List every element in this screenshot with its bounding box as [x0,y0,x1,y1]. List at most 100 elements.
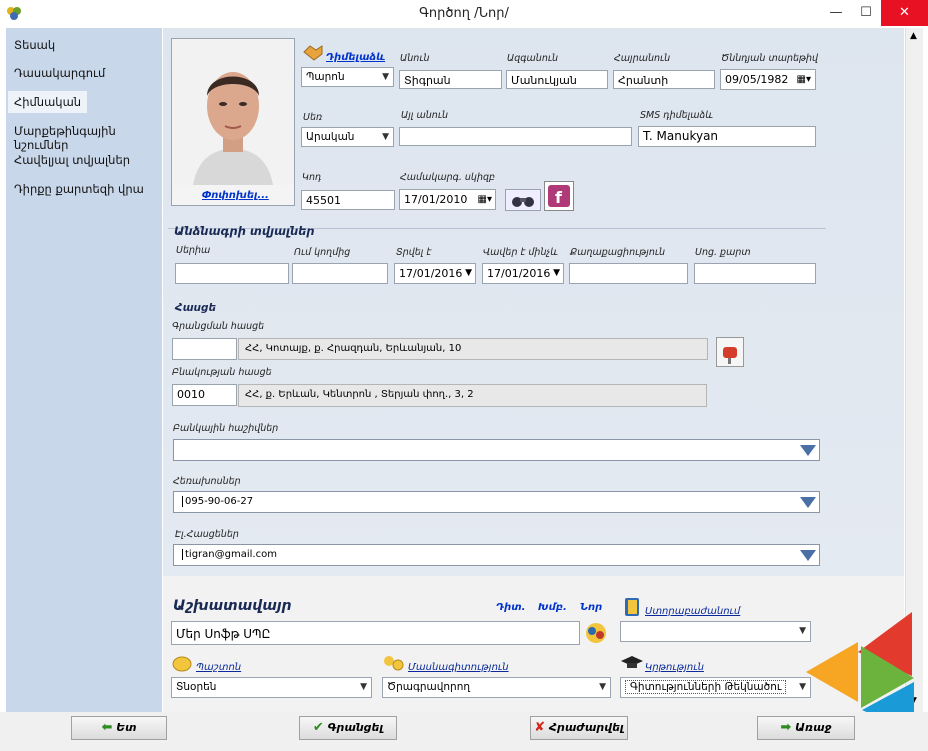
birth-date-input[interactable]: 09/05/1982 ▦▾ [720,69,816,90]
system-date-label: Համակարգ. սկիզբ [400,172,496,183]
valid-date-select[interactable]: 17/01/2016 ▼ [482,263,564,284]
dropdown-arrow-icon[interactable] [798,546,818,564]
facebook-icon[interactable]: f [544,181,574,211]
phones-value: 095-90-06-27 [182,496,253,507]
sidebar-item-type[interactable]: Տեսակ [14,38,55,52]
specialty-select[interactable]: Ծրագրավորող ▼ [382,677,611,698]
save-button-label: Գրանցել [327,721,384,734]
education-value: Գիտությունների Թեկնածու [625,680,787,694]
workplace-lookup-icon[interactable] [583,620,609,646]
reg-address-field[interactable]: ՀՀ, Կոտայք, ք. Հրազդան, Երևանյան, 10 [238,338,708,360]
edit-link[interactable]: Խմբ. [538,602,567,613]
dropdown-arrow-icon[interactable] [798,441,818,459]
chevron-down-icon: ▼ [382,72,389,82]
workplace-input[interactable]: Մեր Սոֆթ ՍՊԸ [171,621,580,645]
book-icon [623,597,641,617]
live-address-label: Բնակության հասցե [172,367,272,378]
series-label: Սերիա [176,245,211,256]
chevron-down-icon: ▼ [360,682,367,692]
new-link[interactable]: Նոր [580,602,602,613]
social-card-input[interactable] [694,263,816,284]
education-link[interactable]: Կրթություն [645,662,704,673]
title-bar: Գործող /Նոր/ — ☐ ✕ [0,0,928,28]
address-form-link[interactable]: Դիմելաձև [326,52,385,63]
bank-accounts-combo[interactable] [173,439,820,461]
person-photo [173,40,293,185]
division-select[interactable]: ▼ [620,621,811,642]
system-date-input[interactable]: 17/01/2010 ▦▾ [399,189,496,210]
sms-input[interactable]: T. Manukyan [638,126,816,147]
sms-label: SMS դիմելաձև [640,110,713,121]
birth-date-value: 09/05/1982 [725,73,789,86]
calendar-icon[interactable]: ▦▾ [797,70,811,89]
svg-text:f: f [555,188,563,207]
chevron-down-icon: ▼ [599,682,606,692]
view-link[interactable]: Դիտ. [496,602,525,613]
series-input[interactable] [175,263,289,284]
binoculars-icon[interactable] [505,189,541,211]
scroll-up-icon[interactable]: ▲ [910,31,917,41]
graduation-cap-icon [620,654,644,672]
position-link[interactable]: Պաշտոն [196,662,241,673]
specialty-link[interactable]: Մասնագիտություն [408,662,509,673]
valid-date-value: 17/01/2016 [487,267,551,280]
issued-by-label: Ում կողմից [294,247,351,258]
gender-value: Արական [306,131,355,143]
back-button[interactable]: ⬅ Ետ [71,716,167,740]
handshake-icon [302,42,324,62]
reg-address-label: Գրանցման հասցե [172,321,265,332]
scrollbar[interactable]: ▲ ▼ [905,28,923,712]
change-photo-link[interactable]: Փոփոխել... [202,190,269,201]
other-name-input[interactable] [399,127,632,146]
close-button[interactable]: ✕ [881,0,928,26]
arrow-right-icon: ➡ [780,720,792,735]
emails-label: Էլ.Հասցեներ [175,529,239,540]
citizenship-input[interactable] [569,263,688,284]
social-card-label: Սոց. քարտ [695,247,751,258]
bank-accounts-label: Բանկային հաշիվներ [173,423,279,434]
emails-combo[interactable]: tigran@gmail.com [173,544,820,566]
chevron-down-icon: ▼ [799,682,806,692]
position-select[interactable]: Տնօրեն ▼ [171,677,372,698]
position-icon [172,654,192,672]
phones-combo[interactable]: 095-90-06-27 [173,491,820,513]
mailbox-icon[interactable] [716,337,744,367]
valid-until-label: Վավեր է մինչև [483,247,559,258]
calendar-icon[interactable]: ▦▾ [478,190,492,209]
last-name-input[interactable]: Մանուկյան [506,70,608,89]
first-name-label: Անուն [400,53,430,64]
work-title: Աշխատավայր [173,598,292,614]
photo-frame: Փոփոխել... [171,38,295,206]
sidebar-item-main[interactable]: Հիմնական [8,91,88,113]
window-title: Գործող /Նոր/ [419,6,509,21]
sidebar-item-classification[interactable]: Դասակարգում [14,66,105,80]
first-name-input[interactable]: Տիգրան [399,70,502,89]
other-name-label: Այլ անուն [401,110,448,121]
issued-date-value: 17/01/2016 [399,267,463,280]
gender-select[interactable]: Արական ▼ [301,127,394,147]
emails-value: tigran@gmail.com [182,549,277,560]
issued-date-select[interactable]: 17/01/2016 ▼ [394,263,476,284]
code-input[interactable]: 45501 [301,190,395,210]
cancel-button[interactable]: ✘ Հրաժարվել [530,716,628,740]
specialty-icon [383,654,405,672]
sidebar-item-map[interactable]: Դիրքը քարտեզի վրա [14,182,144,196]
live-address-field[interactable]: ՀՀ, ք. Երևան, Կենտրոն , Տերյան փող., 3, … [238,384,707,407]
education-select[interactable]: Գիտությունների Թեկնածու ▼ [620,677,811,698]
cross-icon: ✘ [534,720,546,735]
division-link[interactable]: Ստորաբաժանում [645,606,740,617]
save-button[interactable]: ✔ Գրանցել [299,716,397,740]
dropdown-arrow-icon[interactable] [798,493,818,511]
sidebar-item-extra[interactable]: Հավելյալ տվյալներ [14,153,130,167]
issued-label: Տրվել է [396,247,432,258]
checkmark-icon: ✔ [312,720,324,735]
phones-label: Հեռախոսներ [173,476,241,487]
maximize-button[interactable]: ☐ [846,0,886,26]
issued-by-input[interactable] [292,263,388,284]
forward-button[interactable]: ➡ Առաջ [757,716,855,740]
address-form-select[interactable]: Պարոն ▼ [301,67,394,87]
live-address-code[interactable]: 0010 [172,384,237,406]
patronymic-input[interactable]: Հրանտի [613,70,715,89]
reg-address-code[interactable] [172,338,237,360]
sidebar-item-marketing[interactable]: Մարքեթինգային նշումներ [14,124,162,152]
